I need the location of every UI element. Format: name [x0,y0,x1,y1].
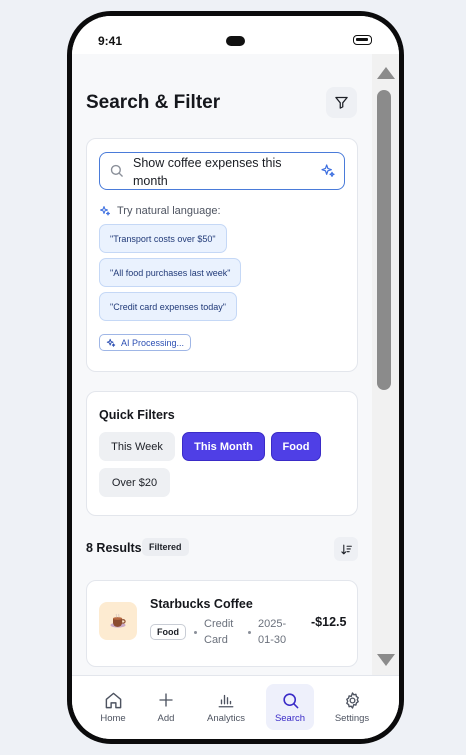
separator-dot [194,631,197,634]
home-icon [105,692,121,708]
nav-home-label: Home [100,713,126,724]
ai-processing-badge: AI Processing... [99,334,192,351]
nav-settings[interactable]: Settings [328,684,376,730]
sparkle-icon [106,338,116,347]
gear-icon [345,691,359,709]
nav-search-label: Search [274,713,306,724]
scroll-up-arrow-icon[interactable] [377,67,395,79]
bar-chart-icon [218,694,234,708]
nav-add-label: Add [157,713,175,724]
suggestion-chip-credit-card[interactable]: "Credit card expenses today" [99,292,237,321]
filter-this-week[interactable]: This Week [99,432,175,461]
hint-label: Try natural language: [117,205,221,217]
sort-icon [340,544,352,554]
sparkle-icon [100,206,110,216]
transaction-amount: -$12.5 [311,615,347,629]
scroll-down-arrow-icon[interactable] [377,654,395,666]
plus-icon [159,693,173,707]
phone-frame: 9:41 Search & Filter Show coffee expense… [67,11,404,744]
search-input-value: Show coffee expenses this month [133,156,282,188]
transaction-card[interactable]: Starbucks Coffee Food Credit Card 2025-0… [86,580,358,667]
transaction-name: Starbucks Coffee [150,597,253,611]
status-bar: 9:41 [72,16,399,54]
filtered-badge: Filtered [142,538,189,556]
nav-analytics-label: Analytics [206,713,245,724]
camera-notch [226,36,245,46]
nav-add[interactable]: Add [142,684,190,730]
search-input[interactable]: Show coffee expenses this month [99,152,345,190]
natural-language-hint: Try natural language: [99,205,221,217]
status-time: 9:41 [98,34,123,48]
battery-icon [353,35,372,45]
scrollbar-thumb[interactable] [377,90,391,390]
funnel-icon [335,96,348,109]
sort-button[interactable] [334,537,358,561]
app-screen: 9:41 Search & Filter Show coffee expense… [72,16,399,739]
ai-processing-label: AI Processing... [121,337,185,348]
main-content[interactable]: Search & Filter Show coffee expenses thi… [72,54,372,675]
nav-settings-label: Settings [334,713,370,724]
search-icon [110,164,123,177]
search-card: Show coffee expenses this month Try natu… [86,138,358,372]
sparkle-icon[interactable] [320,163,336,179]
filter-over-20[interactable]: Over $20 [99,468,170,497]
filter-button[interactable] [326,87,357,118]
results-count: 8 Results [86,541,142,555]
suggestion-chip-transport[interactable]: "Transport costs over $50" [99,224,227,253]
quick-filters-title: Quick Filters [99,408,175,422]
nav-analytics[interactable]: Analytics [202,684,250,730]
search-icon [282,692,298,708]
scrollbar[interactable] [372,54,399,675]
separator-dot [248,631,251,634]
transaction-payment-method: Credit Card [204,618,234,646]
filter-food[interactable]: Food [271,432,321,461]
suggestion-chip-food[interactable]: "All food purchases last week" [99,258,242,287]
nav-search[interactable]: Search [266,684,314,730]
transaction-category-badge: Food [150,624,186,640]
coffee-icon [99,602,137,640]
filter-this-month[interactable]: This Month [182,432,265,461]
bottom-navigation: Home Add Analytics Search Settings [72,675,399,739]
transaction-date: 2025-01-30 [258,618,287,646]
page-title: Search & Filter [86,92,221,113]
quick-filters-card: Quick Filters This Week This Month Food … [86,391,358,516]
nav-home[interactable]: Home [89,684,137,730]
